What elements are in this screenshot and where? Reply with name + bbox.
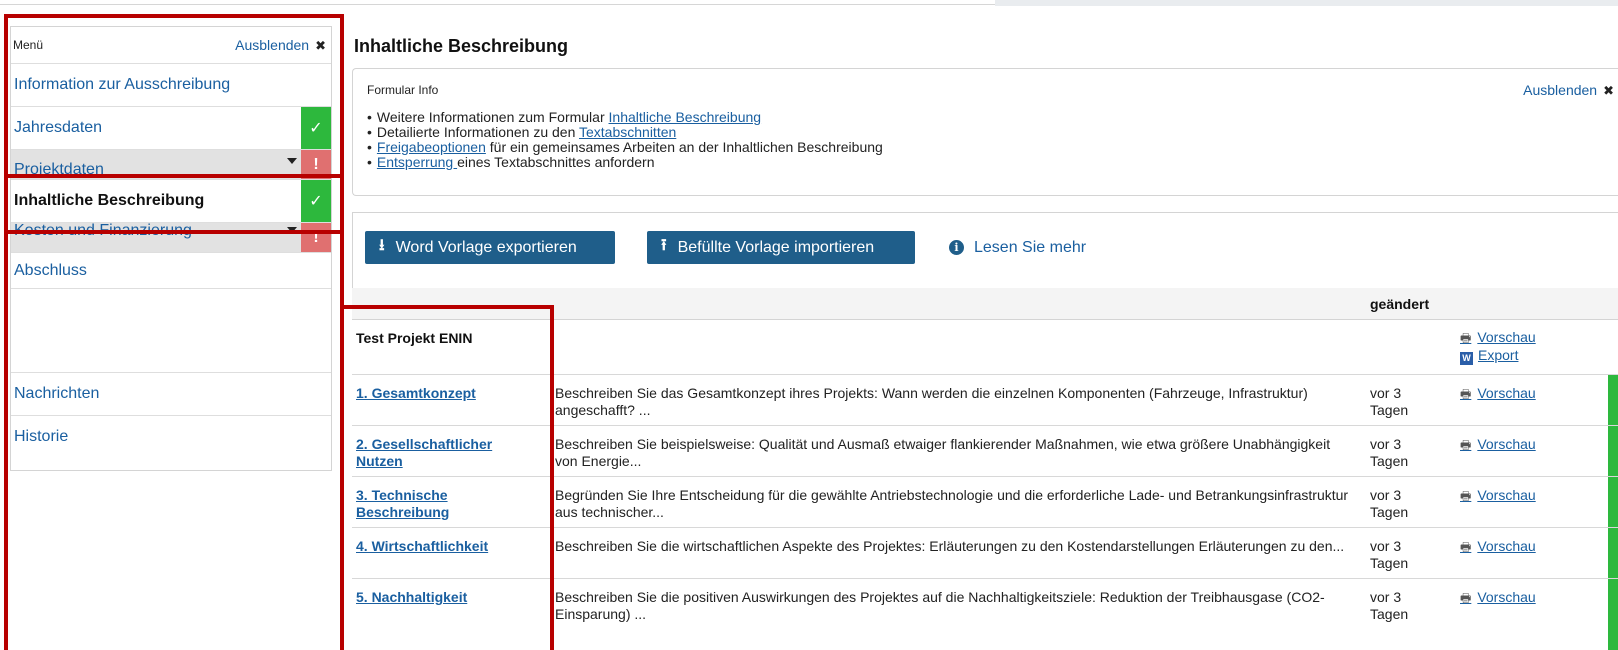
preview-link[interactable]: 🖶 Vorschau (1460, 538, 1560, 556)
print-icon: 🖶 (1460, 438, 1472, 452)
status-indicator (1608, 375, 1618, 425)
section-link[interactable]: 5. Nachhaltigkeit (356, 589, 542, 606)
table-header: geändert (352, 288, 1618, 320)
list-item: Weitere Informationen zum Formular Inhal… (367, 110, 883, 125)
button-label: Befüllte Vorlage importieren (677, 238, 875, 256)
sidebar-title: Menü (13, 38, 44, 52)
list-item: Entsperrung eines Textabschnittes anford… (367, 155, 883, 170)
section-description: Beschreiben Sie die positiven Auswirkung… (555, 589, 1325, 622)
changed-date: vor 3 Tagen (1370, 487, 1409, 520)
sidebar-item-label: Nachrichten (14, 385, 100, 402)
button-label: Word Vorlage exportieren (395, 238, 577, 256)
section-description: Beschreiben Sie das Gesamtkonzept ihres … (555, 385, 1308, 418)
warning-icon: ! (301, 150, 331, 179)
changed-date: vor 3 Tagen (1370, 538, 1409, 571)
info-icon: i (949, 240, 964, 255)
table-row: 3. Technische Beschreibung Begründen Sie… (352, 477, 1618, 528)
download-icon: ⭳ (379, 237, 385, 254)
form-info-panel: Formular Info Ausblenden✖ Weitere Inform… (352, 68, 1618, 196)
section-link[interactable]: 2. Gesellschaftlicher Nutzen (356, 436, 542, 470)
page-title: Inhaltliche Beschreibung (354, 36, 569, 56)
print-icon: 🖶 (1460, 387, 1472, 401)
changed-date: vor 3 Tagen (1370, 436, 1409, 469)
sidebar-item-label: Information zur Ausschreibung (14, 76, 231, 93)
sidebar-item-label: Jahresdaten (14, 119, 103, 136)
sidebar-item-jahresdaten[interactable]: Jahresdaten ✓ (11, 106, 331, 149)
action-panel: ⭳ Word Vorlage exportieren ⭱ Befüllte Vo… (352, 212, 1618, 288)
sidebar-item-historie[interactable]: Historie (11, 415, 331, 458)
table-row: 1. Gesamtkonzept Beschreiben Sie das Ges… (352, 375, 1618, 426)
preview-link[interactable]: 🖶 Vorschau (1460, 589, 1560, 607)
sidebar-header: Menü Ausblenden ✖ (11, 27, 331, 63)
export-word-template-button[interactable]: ⭳ Word Vorlage exportieren (365, 231, 615, 264)
status-indicator (1608, 477, 1618, 527)
export-link[interactable]: W Export (1460, 347, 1560, 365)
sidebar-item-information[interactable]: Information zur Ausschreibung (11, 63, 331, 106)
table-row: 4. Wirtschaftlichkeit Beschreiben Sie di… (352, 528, 1618, 579)
preview-link[interactable]: 🖶 Vorschau (1460, 385, 1560, 403)
sidebar-item-label: Abschluss (14, 262, 87, 279)
info-hide-button[interactable]: Ausblenden ✖ (1523, 82, 1614, 99)
read-more-link[interactable]: i Lesen Sie mehr (949, 231, 1086, 264)
project-actions: 🖶 Vorschau W Export (1460, 329, 1560, 365)
sidebar-item-label: Historie (14, 428, 69, 445)
section-description: Beschreiben Sie die wirtschaftlichen Asp… (555, 538, 1345, 554)
preview-link[interactable]: 🖶 Vorschau (1460, 329, 1560, 347)
check-icon: ✓ (301, 180, 331, 222)
print-icon: 🖶 (1460, 540, 1472, 554)
print-icon: 🖶 (1460, 489, 1472, 503)
upload-icon: ⭱ (661, 237, 667, 254)
sidebar-menu: Menü Ausblenden ✖ Information zur Ausschr… (10, 26, 332, 471)
sidebar-item-inhaltliche-beschreibung[interactable]: Inhaltliche Beschreibung ✓ (11, 179, 331, 222)
sidebar-spacer (11, 288, 331, 372)
check-icon: ✓ (301, 107, 331, 149)
sidebar-item-label: Kosten und Finanzierung (14, 222, 192, 239)
print-icon: 🖶 (1460, 591, 1472, 605)
sidebar-item-label: Projektdaten (14, 161, 104, 178)
sidebar-item-abschluss[interactable]: Abschluss (11, 252, 331, 288)
info-link[interactable]: Entsperrung (377, 154, 457, 170)
column-header-changed: geändert (1370, 296, 1430, 312)
close-icon: ✖ (315, 37, 326, 53)
section-link[interactable]: 1. Gesamtkonzept (356, 385, 542, 402)
read-more-label: Lesen Sie mehr (974, 238, 1087, 256)
changed-date: vor 3 Tagen (1370, 385, 1409, 418)
section-description: Begründen Sie Ihre Entscheidung für die … (555, 487, 1349, 520)
sidebar-item-projektdaten[interactable]: Projektdaten ! (11, 149, 331, 179)
sidebar-item-label: Inhaltliche Beschreibung (14, 192, 205, 209)
status-indicator (1608, 579, 1618, 650)
project-name: Test Projekt ENIN (356, 330, 473, 346)
preview-link[interactable]: 🖶 Vorschau (1460, 436, 1560, 454)
close-icon: ✖ (1603, 83, 1614, 98)
info-link[interactable]: Inhaltliche Beschreibung (609, 109, 762, 125)
table-row: 5. Nachhaltigkeit Beschreiben Sie die po… (352, 579, 1618, 650)
section-link[interactable]: 4. Wirtschaftlichkeit (356, 538, 542, 555)
sidebar-item-kosten[interactable]: Kosten und Finanzierung ! (11, 222, 331, 252)
info-panel-title: Formular Info (367, 83, 439, 97)
section-link[interactable]: 3. Technische Beschreibung (356, 487, 542, 521)
changed-date: vor 3 Tagen (1370, 589, 1409, 622)
import-template-button[interactable]: ⭱ Befüllte Vorlage importieren (647, 231, 915, 264)
sidebar-item-nachrichten[interactable]: Nachrichten (11, 372, 331, 415)
top-divider (0, 4, 1000, 5)
table-row: 2. Gesellschaftlicher Nutzen Beschreiben… (352, 426, 1618, 477)
info-link[interactable]: Textabschnitten (579, 124, 676, 140)
table-row-project: Test Projekt ENIN 🖶 Vorschau W Export (352, 321, 1618, 375)
top-bar (995, 0, 1618, 6)
chevron-down-icon[interactable] (287, 158, 297, 164)
word-icon: W (1460, 352, 1473, 365)
sidebar-hide-button[interactable]: Ausblenden ✖ (235, 37, 326, 54)
status-indicator (1608, 528, 1618, 578)
status-indicator (1608, 426, 1618, 476)
list-item: Freigabeoptionen für ein gemeinsames Arb… (367, 140, 883, 155)
chevron-down-icon[interactable] (287, 227, 297, 233)
info-list: Weitere Informationen zum Formular Inhal… (367, 110, 883, 170)
list-item: Detailierte Informationen zu den Textabs… (367, 125, 883, 140)
section-description: Beschreiben Sie beispielsweise: Qualität… (555, 436, 1331, 469)
warning-icon: ! (301, 223, 331, 252)
print-icon: 🖶 (1460, 331, 1472, 345)
preview-link[interactable]: 🖶 Vorschau (1460, 487, 1560, 505)
info-link[interactable]: Freigabeoptionen (377, 139, 486, 155)
